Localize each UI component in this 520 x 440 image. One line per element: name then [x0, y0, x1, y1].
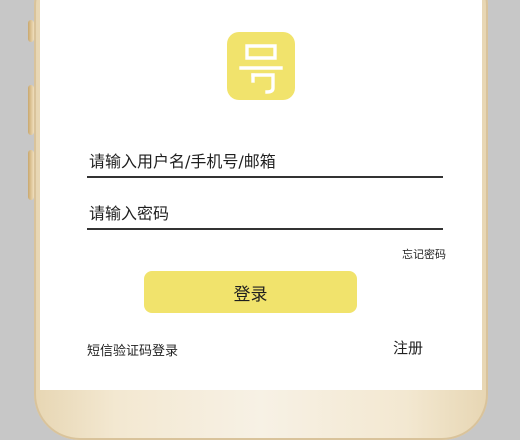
password-input[interactable]: [87, 200, 445, 226]
phone-mute-switch: [28, 20, 34, 42]
phone-volume-up-button: [28, 85, 34, 135]
username-field-container: [87, 148, 445, 178]
register-link[interactable]: 注册: [393, 337, 423, 358]
sms-code-login-link[interactable]: 短信验证码登录: [87, 340, 178, 359]
forgot-password-link[interactable]: 忘记密码: [402, 246, 446, 262]
login-button[interactable]: 登录: [144, 271, 357, 313]
password-field-container: [87, 200, 445, 230]
phone-volume-down-button: [28, 150, 34, 200]
login-screen: 忘记密码 登录 短信验证码登录 注册: [40, 0, 482, 390]
app-logo: [227, 32, 295, 100]
hao-character-logo-icon: [239, 44, 283, 94]
username-input[interactable]: [87, 148, 445, 174]
